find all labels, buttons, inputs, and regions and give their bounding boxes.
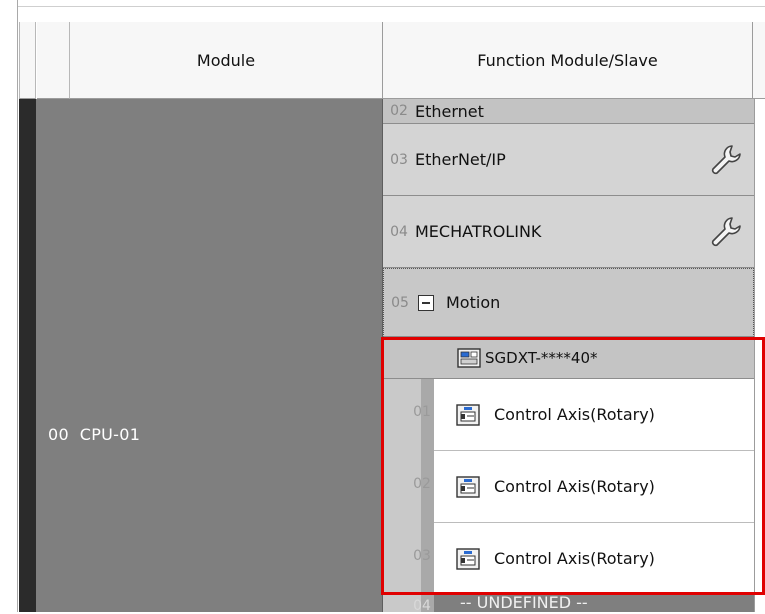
row-number: 05 <box>391 294 409 311</box>
row-label: Ethernet <box>415 101 484 121</box>
header-next-column[interactable] <box>753 22 765 99</box>
row-label: EtherNet/IP <box>415 150 506 169</box>
wrench-icon[interactable] <box>708 142 744 178</box>
module-label: 00 CPU-01 <box>48 425 141 444</box>
function-row-motion[interactable]: 05 Motion <box>383 268 754 337</box>
row-number: 02 <box>390 103 408 119</box>
header-module[interactable]: Module <box>70 22 383 99</box>
row-number: 03 <box>390 151 408 168</box>
header-column-index <box>37 22 70 99</box>
module-cell-cpu[interactable] <box>36 99 383 612</box>
row-label: Motion <box>446 293 501 312</box>
header-function-module[interactable]: Function Module/Slave <box>383 22 753 99</box>
function-row-ethernet-ip[interactable]: 03 EtherNet/IP <box>383 124 754 196</box>
window-left-border <box>0 0 18 612</box>
row-label: MECHATROLINK <box>415 222 542 241</box>
function-row-mechatrolink[interactable]: 04 MECHATROLINK <box>383 196 754 268</box>
module-marker-bar <box>19 99 36 612</box>
wrench-icon[interactable] <box>708 214 744 250</box>
function-row-ethernet[interactable]: 02 Ethernet <box>383 99 754 124</box>
header-column-marker <box>19 22 36 99</box>
undefined-row-label: -- UNDEFINED -- <box>460 593 588 612</box>
row-number: 04 <box>390 223 408 240</box>
highlight-box <box>381 337 765 595</box>
window-top-border <box>0 0 765 7</box>
collapse-icon[interactable] <box>418 294 434 311</box>
